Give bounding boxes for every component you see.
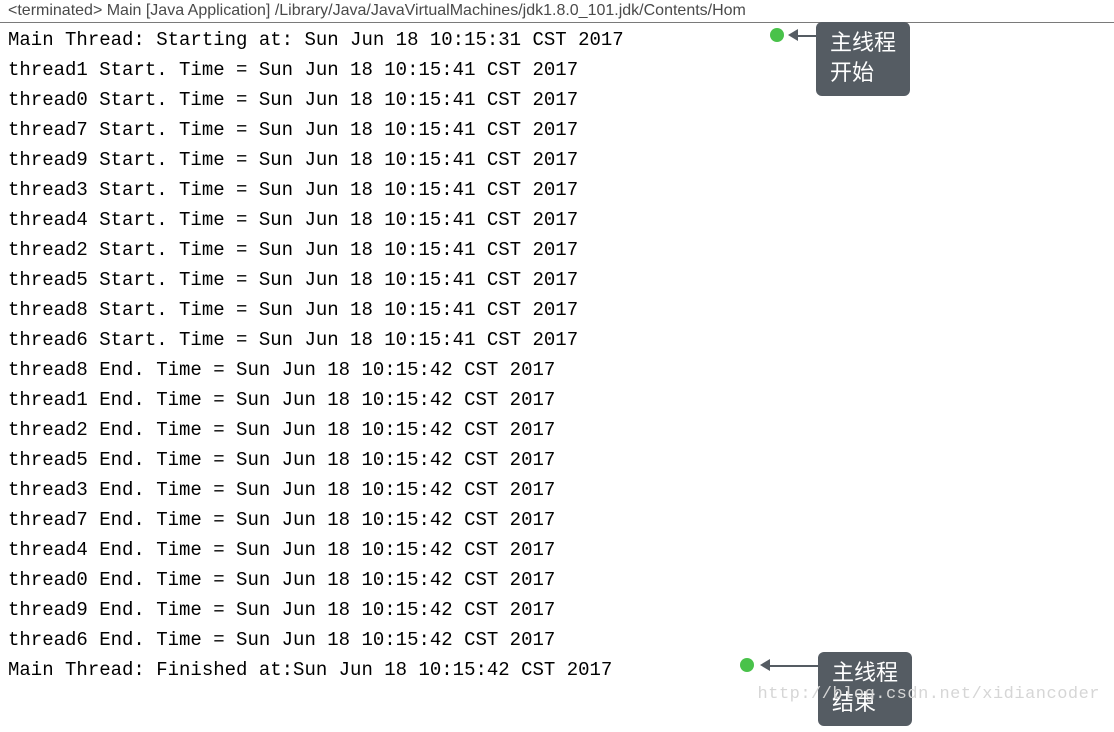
console-output: Main Thread: Starting at: Sun Jun 18 10:…: [0, 23, 1114, 685]
console-line: thread2 End. Time = Sun Jun 18 10:15:42 …: [8, 415, 1114, 445]
console-line: thread5 End. Time = Sun Jun 18 10:15:42 …: [8, 445, 1114, 475]
console-line: thread7 End. Time = Sun Jun 18 10:15:42 …: [8, 505, 1114, 535]
console-line: thread9 End. Time = Sun Jun 18 10:15:42 …: [8, 595, 1114, 625]
console-line: thread5 Start. Time = Sun Jun 18 10:15:4…: [8, 265, 1114, 295]
console-line: thread6 End. Time = Sun Jun 18 10:15:42 …: [8, 625, 1114, 655]
console-line: thread0 End. Time = Sun Jun 18 10:15:42 …: [8, 565, 1114, 595]
console-line: thread0 Start. Time = Sun Jun 18 10:15:4…: [8, 85, 1114, 115]
console-line: thread2 Start. Time = Sun Jun 18 10:15:4…: [8, 235, 1114, 265]
console-line: thread6 Start. Time = Sun Jun 18 10:15:4…: [8, 325, 1114, 355]
console-line: thread3 End. Time = Sun Jun 18 10:15:42 …: [8, 475, 1114, 505]
console-line: thread7 Start. Time = Sun Jun 18 10:15:4…: [8, 115, 1114, 145]
console-line: Main Thread: Finished at:Sun Jun 18 10:1…: [8, 655, 1114, 685]
console-line: thread8 End. Time = Sun Jun 18 10:15:42 …: [8, 355, 1114, 385]
run-path: Main [Java Application] /Library/Java/Ja…: [102, 2, 746, 19]
console-header: <terminated> Main [Java Application] /Li…: [0, 0, 1114, 23]
console-line: thread4 End. Time = Sun Jun 18 10:15:42 …: [8, 535, 1114, 565]
console-line: thread1 End. Time = Sun Jun 18 10:15:42 …: [8, 385, 1114, 415]
run-status: <terminated>: [8, 2, 102, 19]
console-line: Main Thread: Starting at: Sun Jun 18 10:…: [8, 25, 1114, 55]
console-line: thread3 Start. Time = Sun Jun 18 10:15:4…: [8, 175, 1114, 205]
console-line: thread8 Start. Time = Sun Jun 18 10:15:4…: [8, 295, 1114, 325]
console-line: thread1 Start. Time = Sun Jun 18 10:15:4…: [8, 55, 1114, 85]
console-line: thread4 Start. Time = Sun Jun 18 10:15:4…: [8, 205, 1114, 235]
console-line: thread9 Start. Time = Sun Jun 18 10:15:4…: [8, 145, 1114, 175]
